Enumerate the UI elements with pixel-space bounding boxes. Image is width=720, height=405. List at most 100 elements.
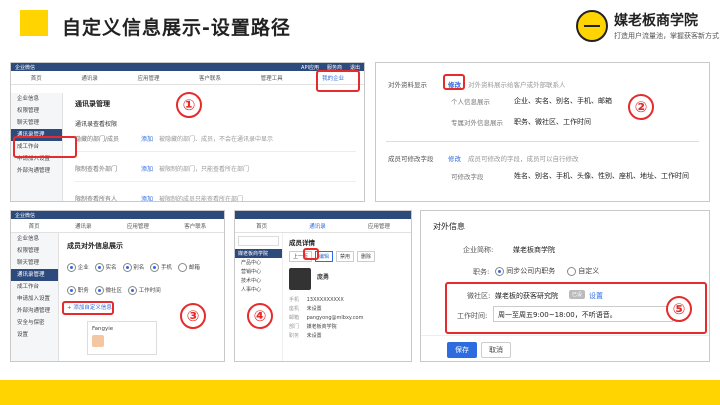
- footer-bar: [0, 380, 720, 405]
- admin-top-nav: [235, 211, 411, 219]
- setting-row: 限制查看外部门 添加 被限制的部门，只能查看所在部门: [75, 164, 356, 182]
- option-checkbox[interactable]: 实名: [94, 263, 117, 272]
- option-checkbox[interactable]: 手机: [150, 263, 172, 272]
- tree-search[interactable]: [238, 236, 279, 246]
- personal-info-value: 企业、实名、别名、手机、邮箱: [514, 97, 612, 105]
- add-link[interactable]: 添加: [141, 194, 153, 201]
- sidebar-item[interactable]: 聊天管理: [11, 117, 62, 129]
- tab-home[interactable]: 首页: [29, 222, 40, 230]
- admin-top-nav: 企业微信 API应用 服务商 退出: [11, 63, 364, 71]
- screenshot-2: 对外资料显示 修改 对外资料展示给客户或外部联系人 个人信息展示 企业、实名、别…: [375, 62, 710, 202]
- tab-customer[interactable]: 客户联系: [184, 222, 206, 230]
- tab-customer[interactable]: 客户联系: [199, 74, 221, 82]
- external-profile-desc: 对外资料展示给客户或外部联系人: [468, 81, 566, 89]
- admin-tabs: 首页 通讯录 应用管理: [235, 219, 411, 233]
- personal-info-label: 个人信息展示: [451, 98, 490, 106]
- admin-tabs: 首页 通讯录 应用管理 客户联系 管理工具 我的企业: [11, 71, 364, 85]
- add-link[interactable]: 添加: [141, 164, 153, 173]
- admin-main: 成员对外信息展示 企业 实名 别名 手机 邮箱 职务 微社区 工作时间 + 添加…: [67, 241, 220, 355]
- tree-node[interactable]: 营销中心: [235, 267, 282, 276]
- tab-contacts[interactable]: 通讯录: [81, 74, 98, 82]
- tree-node[interactable]: 产品中心: [235, 258, 282, 267]
- sidebar-item-contacts-admin[interactable]: 通讯录管理: [11, 269, 58, 281]
- highlight-contacts-admin: [13, 136, 77, 158]
- sidebar-item[interactable]: 设置: [11, 329, 58, 341]
- option-checkbox[interactable]: 别名: [122, 263, 144, 272]
- external-info-heading: 对外信息: [433, 222, 465, 231]
- delete-button[interactable]: 删除: [357, 251, 376, 262]
- highlight-edit-button: [303, 248, 319, 260]
- step-5-badge: ⑤: [666, 296, 692, 322]
- step-2-badge: ②: [628, 94, 654, 120]
- sidebar-item[interactable]: 企业信息: [11, 93, 62, 105]
- tab-apps[interactable]: 应用管理: [127, 222, 149, 230]
- brand-logo: 媒老板商学院 打造用户流量池，掌握获客新方式: [576, 8, 719, 48]
- position-option-custom[interactable]: 自定义: [567, 266, 599, 276]
- step-4-badge: ④: [247, 303, 273, 329]
- tree-node[interactable]: 人事中心: [235, 285, 282, 294]
- tab-contacts[interactable]: 通讯录: [309, 222, 326, 230]
- member-header: 庞勇: [289, 268, 407, 290]
- highlight-edit-link: [443, 74, 465, 90]
- step-3-badge: ③: [180, 303, 206, 329]
- preview-name: Fangyie: [92, 326, 114, 332]
- option-checkbox[interactable]: 职务: [67, 286, 89, 295]
- tab-apps[interactable]: 应用管理: [137, 74, 159, 82]
- option-checkbox[interactable]: 工作时间: [128, 286, 161, 295]
- add-link[interactable]: 添加: [141, 134, 153, 143]
- editable-sub-value: 姓名、别名、手机、头像、性别、座机、地址、工作时间: [514, 172, 689, 180]
- option-checkbox[interactable]: 微社区: [94, 286, 122, 295]
- cancel-button[interactable]: 取消: [481, 342, 511, 358]
- tab-contacts[interactable]: 通讯录: [75, 222, 92, 230]
- member-avatar: [289, 268, 311, 290]
- position-label: 职务:: [473, 268, 490, 276]
- row-desc: 被限制的成员只能查看所在部门: [159, 196, 244, 202]
- row-desc: 被限制的部门，只能查看所在部门: [159, 166, 250, 173]
- divider: [386, 141, 699, 142]
- sidebar-item[interactable]: 聊天管理: [11, 257, 58, 269]
- sidebar-item[interactable]: 外部沟通管理: [11, 305, 58, 317]
- radio-icon: [495, 266, 504, 276]
- position-option-sync[interactable]: 同步公司内职务: [495, 266, 555, 276]
- editable-sub-label: 可修改字段: [451, 173, 484, 181]
- row-label: 限制查看外部门: [75, 166, 118, 173]
- tab-apps[interactable]: 应用管理: [368, 222, 390, 230]
- row-label: 隐藏的部门/成员: [75, 136, 120, 143]
- member-fields: 手机 13XXXXXXXXX 座机 未设置 邮箱 pangyong@mlbxy.…: [289, 297, 364, 339]
- row-label: 限制查看所有人: [75, 196, 118, 202]
- member-detail-heading: 成员详情: [289, 239, 315, 247]
- sidebar-item[interactable]: 企业信息: [11, 233, 58, 245]
- sidebar-item[interactable]: 权限管理: [11, 105, 62, 117]
- tab-tools[interactable]: 管理工具: [261, 74, 283, 82]
- tab-home[interactable]: 首页: [256, 222, 267, 230]
- sidebar-item[interactable]: 权限管理: [11, 245, 58, 257]
- tree-node-root[interactable]: 媒老板商学院: [235, 249, 282, 258]
- setting-row: 隐藏的部门/成员 添加 被隐藏的部门、成员，不会在通讯录中显示: [75, 134, 356, 152]
- save-button[interactable]: 保存: [447, 342, 477, 358]
- page-title: 自定义信息展示-设置路径: [62, 17, 291, 39]
- editable-fields-edit-link[interactable]: 修改: [448, 153, 461, 163]
- nav-api[interactable]: API应用: [301, 64, 319, 71]
- admin-main: 通讯录管理 通讯录查看权限 隐藏的部门/成员 添加 被隐藏的部门、成员，不会在通…: [75, 99, 356, 202]
- tab-home[interactable]: 首页: [31, 74, 42, 82]
- setting-row: 限制查看所有人 添加 被限制的成员只能查看所在部门: [75, 194, 356, 202]
- sidebar-item[interactable]: 安全与保密: [11, 317, 58, 329]
- section-subheading: 通讯录查看权限: [75, 121, 118, 128]
- company-label: 企业简称:: [463, 246, 494, 254]
- sidebar-item[interactable]: 申请加入设置: [11, 293, 58, 305]
- disable-button[interactable]: 禁用: [336, 251, 355, 262]
- sidebar-item[interactable]: 成工作台: [11, 281, 58, 293]
- section-heading: 成员对外信息展示: [67, 242, 123, 250]
- slide: 自定义信息展示-设置路径 媒老板商学院 打造用户流量池，掌握获客新方式 企业微信…: [0, 0, 720, 405]
- tree-node[interactable]: 技术中心: [235, 276, 282, 285]
- option-checkbox[interactable]: 企业: [67, 263, 89, 272]
- admin-tabs: 首页 通讯录 应用管理 客户联系: [11, 219, 224, 233]
- nav-brand: 企业微信: [15, 64, 36, 71]
- editable-fields-desc: 成员可修改的字段，成员可以自行修改: [468, 155, 579, 163]
- option-checkbox[interactable]: 邮箱: [178, 263, 200, 272]
- sidebar-item[interactable]: 外部沟通管理: [11, 165, 62, 177]
- admin-sidebar: 企业信息 权限管理 聊天管理 通讯录管理 成工作台 申请加入设置 外部沟通管理 …: [11, 233, 59, 361]
- brand-tagline: 打造用户流量池，掌握获客新方式: [614, 32, 719, 40]
- highlight-add-custom-info: [62, 301, 114, 315]
- phone-preview: Fangyie: [87, 321, 157, 355]
